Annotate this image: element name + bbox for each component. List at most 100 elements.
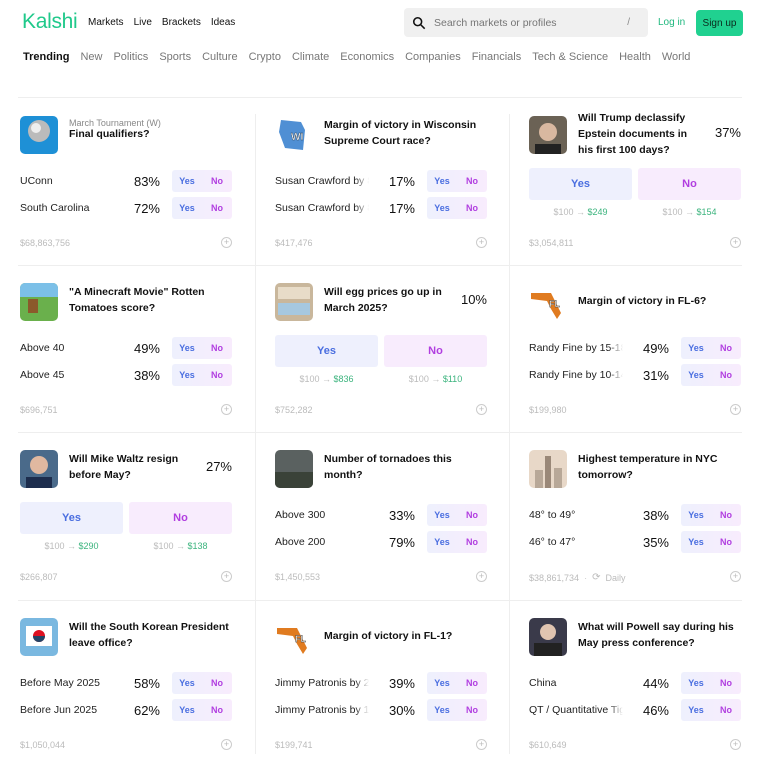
market-card[interactable]: FL Margin of victory in FL-6? Randy Fine …	[529, 265, 741, 432]
no-button[interactable]: No	[457, 699, 487, 721]
market-title[interactable]: Margin of victory in FL-1?	[324, 628, 484, 644]
nav-ideas[interactable]: Ideas	[211, 17, 235, 28]
yes-button[interactable]: Yes	[681, 699, 711, 721]
market-title[interactable]: Margin of victory in Wisconsin Supreme C…	[324, 117, 484, 149]
yes-button[interactable]: Yes	[681, 364, 711, 386]
yes-button[interactable]: Yes	[427, 672, 457, 694]
market-card[interactable]: Will Mike Waltz resign before May? 27% Yes…	[20, 432, 232, 599]
yes-button[interactable]: Yes	[681, 337, 711, 359]
market-title[interactable]: Margin of victory in FL-6?	[578, 293, 738, 309]
yes-button[interactable]: Yes	[681, 504, 711, 526]
no-button[interactable]: No	[202, 337, 232, 359]
tab-crypto[interactable]: Crypto	[249, 51, 281, 63]
no-button[interactable]: No	[711, 504, 741, 526]
no-button[interactable]: No	[711, 672, 741, 694]
tab-world[interactable]: World	[662, 51, 691, 63]
tab-sports[interactable]: Sports	[159, 51, 191, 63]
yes-button[interactable]: Yes	[172, 699, 202, 721]
market-card[interactable]: FL Margin of victory in FL-1? Jimmy Patro…	[275, 600, 487, 767]
buy-yes-button[interactable]: Yes	[275, 335, 378, 367]
market-card[interactable]: WI Margin of victory in Wisconsin Supreme…	[275, 98, 487, 265]
yes-button[interactable]: Yes	[172, 364, 202, 386]
market-card[interactable]: Highest temperature in NYC tomorrow? 48°…	[529, 432, 741, 599]
market-title[interactable]: Will egg prices go up in March 2025?	[324, 284, 450, 316]
add-watchlist-icon[interactable]: +	[221, 237, 232, 248]
nav-markets[interactable]: Markets	[88, 17, 124, 28]
no-button[interactable]: No	[202, 672, 232, 694]
tab-culture[interactable]: Culture	[202, 51, 237, 63]
no-button[interactable]: No	[457, 170, 487, 192]
add-watchlist-icon[interactable]: +	[730, 404, 741, 415]
yes-button[interactable]: Yes	[172, 170, 202, 192]
no-button[interactable]: No	[457, 504, 487, 526]
no-button[interactable]: No	[711, 364, 741, 386]
add-watchlist-icon[interactable]: +	[730, 237, 741, 248]
buy-yes-button[interactable]: Yes	[529, 168, 632, 200]
no-button[interactable]: No	[711, 699, 741, 721]
tab-companies[interactable]: Companies	[405, 51, 461, 63]
buy-no-button[interactable]: No	[384, 335, 487, 367]
no-button[interactable]: No	[457, 672, 487, 694]
yes-button[interactable]: Yes	[427, 531, 457, 553]
market-title[interactable]: Will the South Korean President leave of…	[69, 619, 229, 651]
no-button[interactable]: No	[202, 364, 232, 386]
tab-trending[interactable]: Trending	[23, 51, 69, 63]
no-button[interactable]: No	[202, 197, 232, 219]
tab-politics[interactable]: Politics	[113, 51, 148, 63]
no-button[interactable]: No	[711, 337, 741, 359]
market-card[interactable]: What will Powell say during his May pres…	[529, 600, 741, 767]
market-title[interactable]: Will Trump declassify Epstein documents …	[578, 110, 704, 158]
no-button[interactable]: No	[711, 531, 741, 553]
kalshi-logo[interactable]: Kalshi	[22, 10, 78, 34]
tab-tech-science[interactable]: Tech & Science	[532, 51, 608, 63]
signup-button[interactable]: Sign up	[696, 10, 743, 36]
yes-button[interactable]: Yes	[172, 337, 202, 359]
market-card[interactable]: Will egg prices go up in March 2025? 10% Y…	[275, 265, 487, 432]
tab-economics[interactable]: Economics	[340, 51, 394, 63]
market-card[interactable]: "A Minecraft Movie" Rotten Tomatoes scor…	[20, 265, 232, 432]
tab-health[interactable]: Health	[619, 51, 651, 63]
add-watchlist-icon[interactable]: +	[221, 404, 232, 415]
market-title[interactable]: What will Powell say during his May pres…	[578, 619, 738, 651]
yes-button[interactable]: Yes	[172, 672, 202, 694]
add-watchlist-icon[interactable]: +	[730, 739, 741, 750]
add-watchlist-icon[interactable]: +	[476, 571, 487, 582]
yes-button[interactable]: Yes	[427, 170, 457, 192]
market-card[interactable]: Will Trump declassify Epstein documents …	[529, 98, 741, 265]
yes-button[interactable]: Yes	[172, 197, 202, 219]
nav-live[interactable]: Live	[134, 17, 152, 28]
login-link[interactable]: Log in	[658, 17, 685, 28]
yes-button[interactable]: Yes	[681, 531, 711, 553]
market-title[interactable]: Final qualifiers?	[69, 126, 229, 142]
nav-brackets[interactable]: Brackets	[162, 17, 201, 28]
buy-yes-button[interactable]: Yes	[20, 502, 123, 534]
no-button[interactable]: No	[457, 531, 487, 553]
market-title[interactable]: Highest temperature in NYC tomorrow?	[578, 451, 738, 483]
yes-button[interactable]: Yes	[427, 197, 457, 219]
tab-financials[interactable]: Financials	[472, 51, 522, 63]
no-button[interactable]: No	[202, 699, 232, 721]
add-watchlist-icon[interactable]: +	[476, 739, 487, 750]
buy-no-button[interactable]: No	[129, 502, 232, 534]
market-card[interactable]: Number of tornadoes this month? Above 30…	[275, 432, 487, 599]
add-watchlist-icon[interactable]: +	[221, 571, 232, 582]
no-button[interactable]: No	[202, 170, 232, 192]
market-title[interactable]: "A Minecraft Movie" Rotten Tomatoes scor…	[69, 284, 229, 316]
market-card[interactable]: March Tournament (W) Final qualifiers? UC…	[20, 98, 232, 265]
search-input[interactable]	[434, 16, 624, 29]
yes-button[interactable]: Yes	[427, 699, 457, 721]
yes-button[interactable]: Yes	[681, 672, 711, 694]
add-watchlist-icon[interactable]: +	[476, 237, 487, 248]
add-watchlist-icon[interactable]: +	[730, 571, 741, 582]
buy-no-button[interactable]: No	[638, 168, 741, 200]
market-title[interactable]: Number of tornadoes this month?	[324, 451, 484, 483]
add-watchlist-icon[interactable]: +	[221, 739, 232, 750]
yes-button[interactable]: Yes	[427, 504, 457, 526]
market-title[interactable]: Will Mike Waltz resign before May?	[69, 451, 195, 483]
tab-new[interactable]: New	[80, 51, 102, 63]
add-watchlist-icon[interactable]: +	[476, 404, 487, 415]
search-box[interactable]: /	[404, 8, 648, 37]
market-card[interactable]: Will the South Korean President leave of…	[20, 600, 232, 767]
no-button[interactable]: No	[457, 197, 487, 219]
tab-climate[interactable]: Climate	[292, 51, 329, 63]
